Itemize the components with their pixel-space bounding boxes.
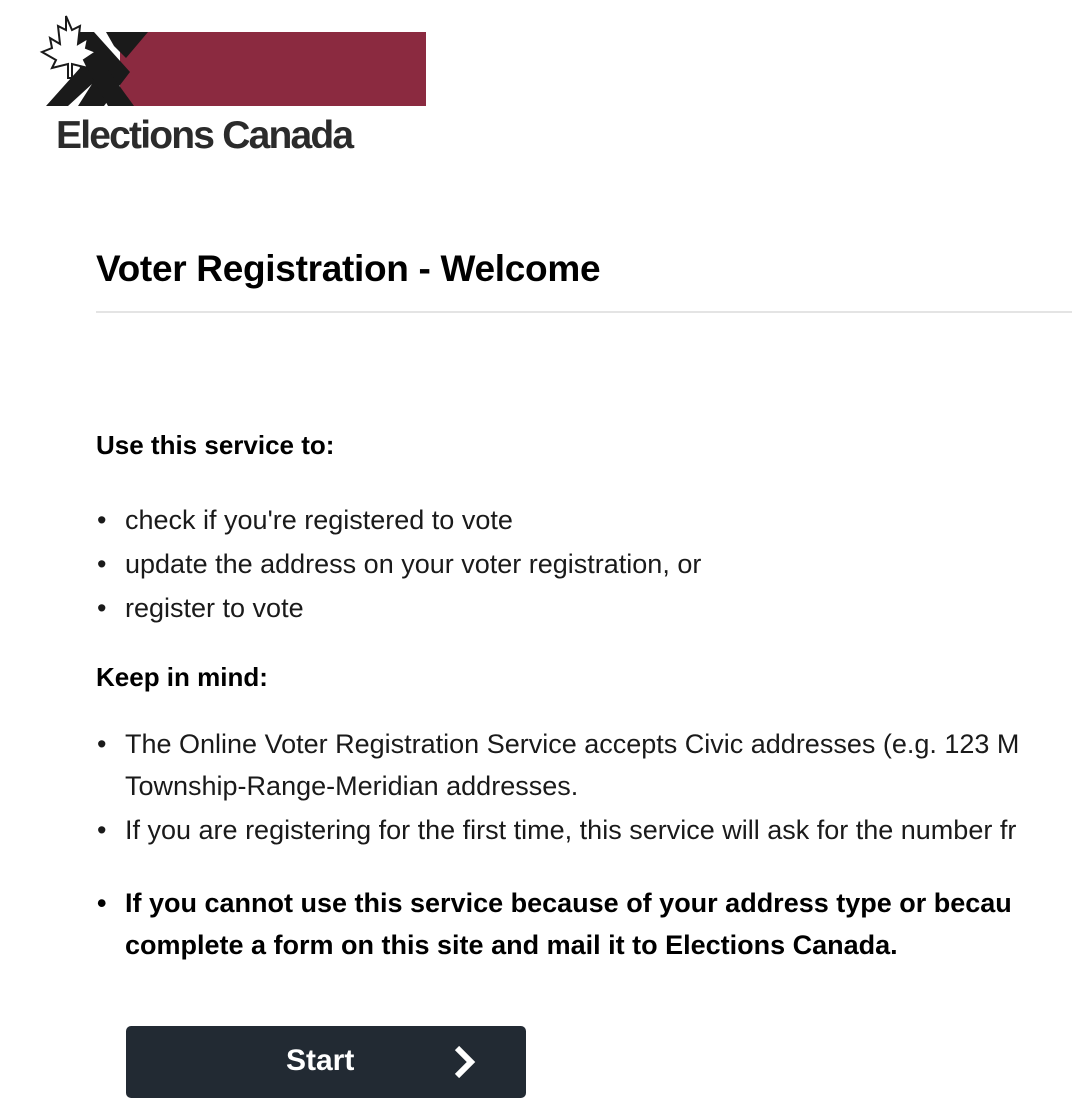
bullet-icon: • xyxy=(97,549,107,579)
chevron-right-icon xyxy=(454,1046,476,1078)
list-item: • update the address on your voter regis… xyxy=(96,543,1072,587)
keep-in-mind-heading: Keep in mind: xyxy=(96,662,268,692)
maple-leaf-x-icon xyxy=(39,15,426,106)
page: Elections Canada Voter Registration - We… xyxy=(0,0,1072,1112)
list-item-text: check if you're registered to vote xyxy=(125,505,513,535)
keep-in-mind-list: • The Online Voter Registration Service … xyxy=(96,723,1072,853)
important-note-text: If you cannot use this service because o… xyxy=(125,888,1012,960)
title-divider xyxy=(96,311,1072,313)
elections-canada-logo[interactable]: Elections Canada xyxy=(22,12,432,157)
bullet-icon: • xyxy=(97,505,107,535)
start-button[interactable]: Start xyxy=(126,1026,526,1098)
bullet-icon: • xyxy=(97,729,107,759)
list-item: • If you are registering for the first t… xyxy=(96,809,1072,853)
bullet-icon: • xyxy=(97,815,107,845)
list-item-text: If you are registering for the first tim… xyxy=(125,815,1017,845)
start-button-label: Start xyxy=(286,1044,355,1077)
list-item-text: The Online Voter Registration Service ac… xyxy=(125,729,1020,801)
list-item-text: update the address on your voter registr… xyxy=(125,549,702,579)
list-item: • register to vote xyxy=(96,587,1072,631)
important-note-item: • If you cannot use this service because… xyxy=(96,882,1072,968)
use-service-list: • check if you're registered to vote • u… xyxy=(96,499,1072,631)
list-item: • check if you're registered to vote xyxy=(96,499,1072,543)
logo-wordmark: Elections Canada xyxy=(56,114,354,157)
important-note-list: • If you cannot use this service because… xyxy=(96,882,1072,968)
bullet-icon: • xyxy=(97,593,107,623)
list-item: • The Online Voter Registration Service … xyxy=(96,723,1072,809)
list-item-text: register to vote xyxy=(125,593,304,623)
page-title: Voter Registration - Welcome xyxy=(96,248,601,289)
bullet-icon: • xyxy=(97,888,107,918)
use-service-heading: Use this service to: xyxy=(96,430,335,460)
